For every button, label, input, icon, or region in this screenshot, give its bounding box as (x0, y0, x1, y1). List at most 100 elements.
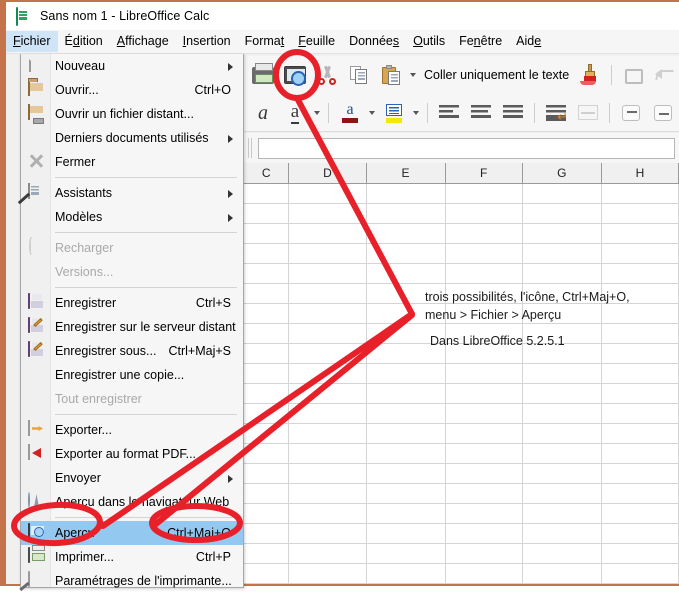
spreadsheet-grid[interactable]: CDEFGH trois possibilités, l'icône, Ctrl… (244, 163, 679, 584)
grid-cell[interactable] (289, 424, 367, 444)
menu-item-modeles[interactable]: Modèles (21, 205, 243, 229)
grid-cell[interactable] (445, 244, 523, 264)
grid-cell[interactable] (445, 504, 523, 524)
menu-affichage[interactable]: Affichage (110, 31, 176, 52)
column-header-G[interactable]: G (522, 163, 602, 184)
column-header-H[interactable]: H (601, 163, 679, 184)
grid-cell[interactable] (289, 264, 367, 284)
grid-row[interactable] (244, 464, 679, 484)
grid-cell[interactable] (244, 344, 290, 364)
grid-cell[interactable] (445, 204, 523, 224)
grid-cell[interactable] (445, 524, 523, 544)
menu-fenetre[interactable]: Fenêtre (452, 31, 509, 52)
print-icon[interactable] (248, 60, 278, 90)
grid-row[interactable] (244, 364, 679, 384)
grid-cell[interactable] (445, 264, 523, 284)
menu-item-nouveau[interactable]: Nouveau (21, 54, 243, 78)
grid-cell[interactable] (366, 464, 446, 484)
redo-icon[interactable] (618, 60, 648, 90)
paste-icon[interactable] (376, 60, 406, 90)
grid-cell[interactable] (601, 364, 679, 384)
grid-cell[interactable] (601, 524, 679, 544)
grid-cell[interactable] (601, 384, 679, 404)
undo-icon[interactable] (650, 60, 679, 90)
grid-cell[interactable] (445, 384, 523, 404)
grid-cell[interactable] (366, 504, 446, 524)
menu-item-fermer[interactable]: Fermer (21, 150, 243, 174)
file-menu-item-list[interactable]: Nouveau Ouvrir... Ctrl+O Ouvrir un fichier … (21, 54, 243, 593)
formula-input[interactable] (258, 137, 675, 159)
grid-cell[interactable] (289, 224, 367, 244)
wrap-text-icon[interactable] (541, 98, 571, 128)
column-header-row[interactable]: CDEFGH (244, 163, 679, 184)
underline-icon[interactable]: a (280, 98, 310, 128)
grid-cell[interactable] (289, 304, 367, 324)
grid-cell[interactable] (244, 264, 290, 284)
menu-item-ouvrir-un-fichier-distant[interactable]: Ouvrir un fichier distant... (21, 102, 243, 126)
grid-cell[interactable] (522, 564, 602, 584)
grid-cell[interactable] (601, 244, 679, 264)
grid-cells[interactable] (244, 184, 679, 584)
menu-outils[interactable]: Outils (406, 31, 452, 52)
grid-cell[interactable] (289, 324, 367, 344)
grid-cell[interactable] (289, 464, 367, 484)
grid-row[interactable] (244, 564, 679, 584)
grid-cell[interactable] (244, 404, 290, 424)
border-style-icon[interactable] (616, 98, 646, 128)
paste-dropdown-caret-icon[interactable] (408, 61, 418, 89)
menu-item-exporter-au-format-pdf[interactable]: Exporter au format PDF... (21, 442, 243, 466)
grid-cell[interactable] (522, 184, 602, 204)
column-header-E[interactable]: E (366, 163, 446, 184)
menu-aide[interactable]: Aide (509, 31, 548, 52)
grid-row[interactable] (244, 524, 679, 544)
menu-item-parametrages-de-l-imprimante[interactable]: Paramétrages de l'imprimante... (21, 569, 243, 593)
grid-cell[interactable] (289, 404, 367, 424)
file-menu-popup[interactable]: Nouveau Ouvrir... Ctrl+O Ouvrir un fichier … (20, 54, 244, 588)
formula-bar[interactable] (244, 133, 679, 163)
grid-row[interactable] (244, 244, 679, 264)
grid-cell[interactable] (366, 424, 446, 444)
grid-cell[interactable] (244, 384, 290, 404)
grid-row[interactable] (244, 264, 679, 284)
cut-icon[interactable] (312, 60, 342, 90)
grid-cell[interactable] (244, 564, 290, 584)
grid-cell[interactable] (289, 364, 367, 384)
grid-cell[interactable] (244, 444, 290, 464)
grid-cell[interactable] (522, 524, 602, 544)
grid-cell[interactable] (601, 184, 679, 204)
underline-dropdown-caret-icon[interactable] (312, 99, 322, 127)
grid-cell[interactable] (601, 424, 679, 444)
grid-cell[interactable] (366, 404, 446, 424)
grid-cell[interactable] (522, 224, 602, 244)
grid-cell[interactable] (601, 224, 679, 244)
grid-row[interactable] (244, 444, 679, 464)
grid-cell[interactable] (445, 484, 523, 504)
menu-item-imprimer[interactable]: Imprimer... Ctrl+P (21, 545, 243, 569)
grid-cell[interactable] (289, 564, 367, 584)
grid-cell[interactable] (445, 464, 523, 484)
column-header-F[interactable]: F (445, 163, 523, 184)
grid-row[interactable] (244, 224, 679, 244)
grid-cell[interactable] (445, 404, 523, 424)
font-color-dropdown-caret-icon[interactable] (367, 99, 377, 127)
grid-cell[interactable] (366, 384, 446, 404)
grid-cell[interactable] (244, 324, 290, 344)
grid-cell[interactable] (366, 224, 446, 244)
grid-cell[interactable] (522, 464, 602, 484)
menu-item-exporter[interactable]: Exporter... (21, 418, 243, 442)
grid-cell[interactable] (244, 184, 290, 204)
grid-cell[interactable] (522, 484, 602, 504)
menu-item-assistants[interactable]: Assistants (21, 181, 243, 205)
grid-cell[interactable] (289, 504, 367, 524)
grid-row[interactable] (244, 484, 679, 504)
menu-item-apercu[interactable]: Aperçu Ctrl+Maj+O (21, 521, 243, 545)
grid-cell[interactable] (601, 264, 679, 284)
grid-cell[interactable] (244, 284, 290, 304)
formatting-toolbar[interactable]: a a a (244, 94, 679, 132)
grid-cell[interactable] (244, 544, 290, 564)
italic-icon[interactable]: a (248, 98, 278, 128)
grid-cell[interactable] (601, 344, 679, 364)
grid-cell[interactable] (289, 204, 367, 224)
grid-cell[interactable] (601, 204, 679, 224)
menu-bar[interactable]: Fichier Édition Affichage Insertion Format Fe… (6, 30, 679, 54)
